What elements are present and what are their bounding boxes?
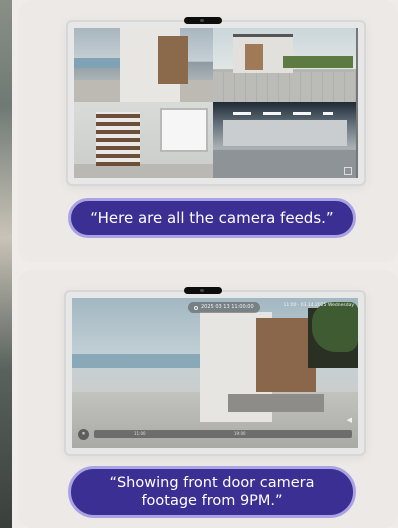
feed-scene: [312, 302, 358, 352]
voice-response-line: “Showing front door camera: [109, 475, 315, 491]
pause-button[interactable]: ⏸: [78, 428, 89, 440]
voice-response-bubble: “Here are all the camera feeds.”: [68, 198, 356, 238]
camera-feeds-panel: “Here are all the camera feeds.”: [18, 0, 398, 262]
current-time-readout: 11:00 · 03.14.2025 Wednesday: [283, 303, 354, 308]
display-camera-notch: [184, 17, 222, 24]
voice-response-text: “Here are all the camera feeds.”: [90, 209, 334, 227]
feed-scene: [228, 394, 324, 412]
camera-feed-tile[interactable]: [74, 28, 213, 102]
camera-grid-screen: [74, 28, 358, 178]
grid-view-icon[interactable]: [344, 167, 352, 175]
recording-date-pill[interactable]: 2025 03 13 11:00:00: [188, 302, 260, 313]
feed-scene: [283, 56, 353, 68]
feed-scene: [74, 164, 213, 178]
display-camera-notch: [184, 287, 222, 294]
pause-icon: ⏸: [81, 430, 85, 437]
clock-icon: [194, 305, 198, 310]
feed-scene: [256, 318, 316, 392]
front-door-footage-panel: 2025 03 13 11:00:00 11:00 · 03.14.2025 W…: [18, 270, 398, 528]
feed-scene: [160, 108, 208, 152]
timeline-tick-label: 11:00: [134, 431, 146, 436]
voice-response-line: footage from 9PM.”: [141, 493, 283, 509]
playback-timeline: ⏸ 11:00 19:00: [78, 428, 352, 440]
camera-lens-icon: [200, 289, 204, 292]
camera-lens-icon: [200, 19, 204, 22]
voice-response-text: “Showing front door camera footage from …: [109, 474, 314, 510]
feed-scene: [96, 112, 140, 166]
footage-screen: 2025 03 13 11:00:00 11:00 · 03.14.2025 W…: [72, 298, 358, 448]
left-edge-photo-strip: [0, 0, 12, 528]
timeline-tick-label: 19:00: [234, 431, 246, 436]
feed-scene: [223, 120, 347, 146]
volume-icon[interactable]: ◀: [347, 417, 352, 424]
wall-display-monitor: [66, 17, 366, 186]
feed-scene: [245, 44, 263, 70]
recording-date-text: 2025 03 13 11:00:00: [201, 304, 254, 310]
camera-feed-tile[interactable]: [213, 28, 356, 102]
camera-feed-tile[interactable]: [213, 102, 356, 178]
feed-scene: [213, 150, 356, 178]
feed-scene: [233, 112, 333, 115]
feed-scene: [213, 72, 356, 102]
camera-feed-tile[interactable]: [74, 102, 213, 178]
wall-display-monitor: 2025 03 13 11:00:00 11:00 · 03.14.2025 W…: [64, 287, 366, 456]
voice-response-bubble: “Showing front door camera footage from …: [68, 466, 356, 518]
feed-scene: [158, 36, 188, 84]
timeline-scrubber[interactable]: 11:00 19:00: [94, 430, 352, 438]
